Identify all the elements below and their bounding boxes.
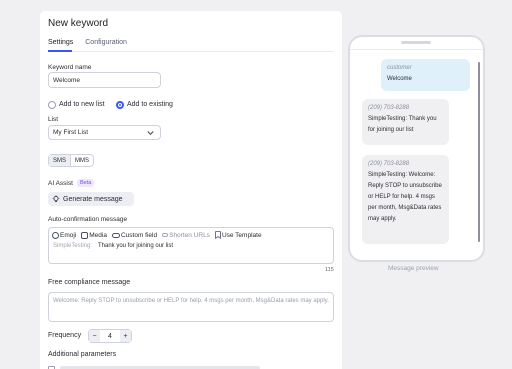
channel-toggle: SMS MMS xyxy=(48,154,95,167)
frequency-stepper: − 4 + xyxy=(88,329,132,343)
channel-sms[interactable]: SMS xyxy=(49,155,72,166)
shorten-urls-tool-label: Shorten URLs xyxy=(169,231,210,239)
editor-toolbar: Emoji Media Custom field Shorten URLs Us… xyxy=(52,231,262,239)
emoji-tool[interactable]: Emoji xyxy=(52,231,77,239)
radio-add-to-existing[interactable] xyxy=(116,101,124,109)
radio-add-to-new-list[interactable] xyxy=(48,101,56,109)
media-tool[interactable]: Media xyxy=(81,231,107,239)
tab-divider xyxy=(48,51,334,52)
link-icon xyxy=(111,232,120,238)
bookmark-icon xyxy=(215,231,221,239)
radio-add-to-new-list-label: Add to new list xyxy=(59,101,105,108)
compliance-placeholder: Welcome: Reply STOP to unsubscribe or HE… xyxy=(53,298,329,304)
chevron-down-icon xyxy=(147,131,154,136)
ai-assist-label: AI Assist xyxy=(48,180,73,187)
additional-parameters-label: Additional parameters xyxy=(48,351,117,358)
emoji-tool-label: Emoji xyxy=(60,231,77,239)
tab-bar: Settings Configuration xyxy=(48,39,137,46)
frequency-value[interactable]: 4 xyxy=(100,333,120,340)
bubble-text: SimpleTesting: Thank you for joining our… xyxy=(368,116,437,133)
keyword-name-value: Welcome xyxy=(53,76,80,84)
channel-mms[interactable]: MMS xyxy=(71,155,93,166)
emoji-icon xyxy=(52,231,59,239)
page-title: New keyword xyxy=(48,18,109,29)
shorten-urls-tool[interactable]: Shorten URLs xyxy=(162,232,210,239)
generate-message-button[interactable]: Generate message xyxy=(48,192,134,206)
preview-bubble-customer: customer Welcome xyxy=(381,59,470,91)
list-select[interactable]: My First List xyxy=(48,125,161,140)
shorten-link-icon xyxy=(162,233,169,237)
custom-field-tool[interactable]: Custom field xyxy=(111,231,158,239)
generate-message-label: Generate message xyxy=(63,195,123,203)
compliance-message-field[interactable]: Welcome: Reply STOP to unsubscribe or HE… xyxy=(48,292,334,322)
tab-configuration[interactable]: Configuration xyxy=(85,39,127,46)
bubble-sender: customer xyxy=(387,65,412,71)
list-label: List xyxy=(48,116,59,123)
preview-bubble-reply: (209) 703-8288 SimpleTesting: Thank you … xyxy=(362,99,449,145)
bubble-text: Welcome xyxy=(387,76,412,82)
preview-scrollbar[interactable] xyxy=(478,62,480,242)
phone-header-divider xyxy=(350,49,483,50)
list-select-value: My First List xyxy=(53,129,89,136)
custom-field-tool-label: Custom field xyxy=(120,231,158,239)
bubble-sender: (209) 703-8288 xyxy=(368,161,410,167)
character-counter: 115 xyxy=(325,267,334,273)
beta-badge: Beta xyxy=(77,179,95,187)
media-tool-label: Media xyxy=(89,231,107,239)
auto-confirmation-editor[interactable]: Emoji Media Custom field Shorten URLs Us… xyxy=(48,227,334,264)
lightbulb-icon xyxy=(52,195,60,202)
phone-notch xyxy=(401,41,431,44)
tab-settings[interactable]: Settings xyxy=(48,39,73,46)
use-template-tool-label: Use Template xyxy=(221,231,262,239)
active-tab-indicator xyxy=(48,50,72,52)
message-text: Thank you for joining our list xyxy=(98,243,174,249)
radio-add-to-existing-label: Add to existing xyxy=(127,101,173,108)
preview-bubble-compliance: (209) 703-8288 SimpleTesting: Welcome: R… xyxy=(362,155,449,244)
bubble-sender: (209) 703-8288 xyxy=(368,105,410,111)
keyword-name-label: Keyword name xyxy=(48,64,92,71)
bubble-text: SimpleTesting: Welcome: Reply STOP to un… xyxy=(368,172,442,222)
compliance-label: Free compliance message xyxy=(48,279,131,286)
frequency-label: Frequency xyxy=(48,332,82,339)
use-template-tool[interactable]: Use Template xyxy=(215,231,262,239)
message-preview-label: Message preview xyxy=(388,265,439,272)
increment-button[interactable]: + xyxy=(120,330,131,342)
auto-confirmation-label: Auto-confirmation message xyxy=(48,216,128,223)
keyword-name-input[interactable]: Welcome xyxy=(48,72,161,88)
decrement-button[interactable]: − xyxy=(89,330,100,342)
image-icon xyxy=(81,231,89,239)
message-prefix: SimpleTesting: xyxy=(53,243,93,249)
